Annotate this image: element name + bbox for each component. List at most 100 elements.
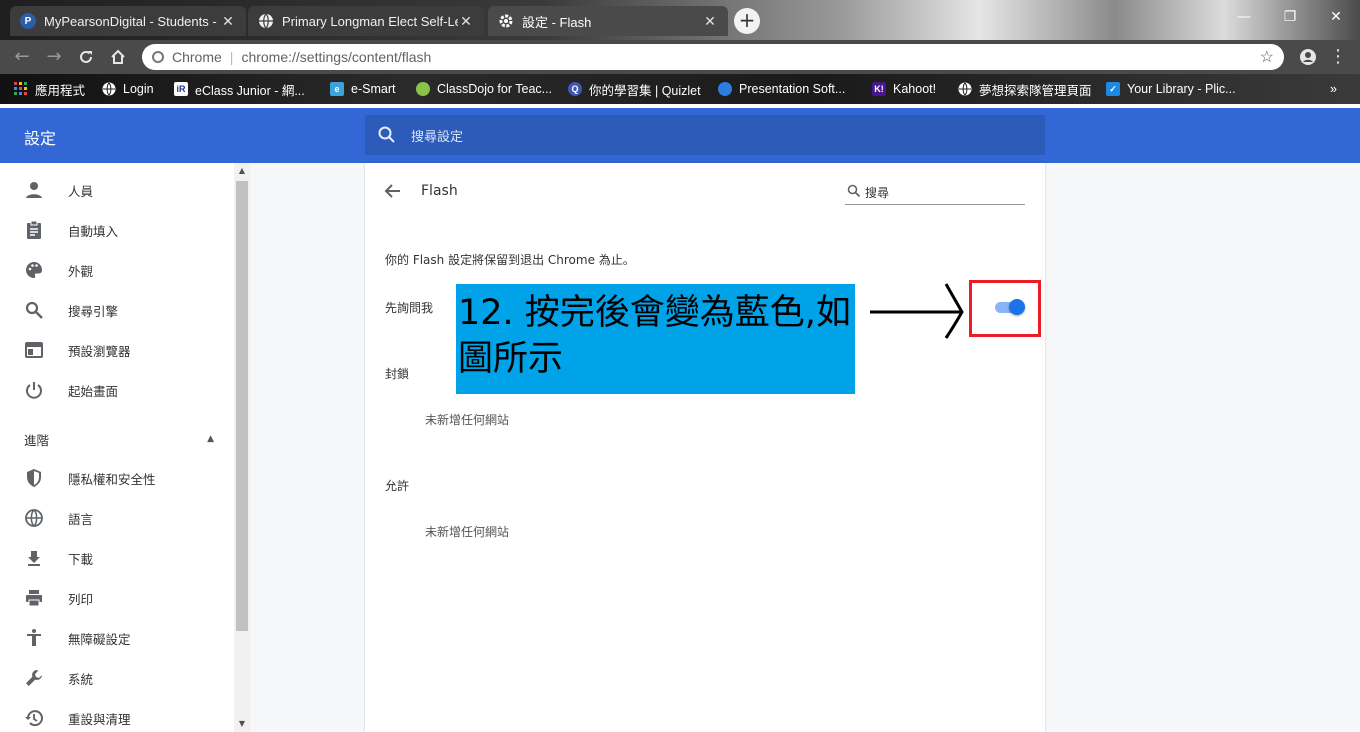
minimize-button[interactable]: — xyxy=(1224,4,1264,30)
globe-icon xyxy=(25,509,43,527)
sidebar-item-languages[interactable]: 語言 xyxy=(0,498,232,538)
bookmark-login[interactable]: Login xyxy=(102,80,154,98)
toggle-highlight-box xyxy=(969,280,1041,337)
tab-mypearsondigital[interactable]: P MyPearsonDigital - Students - ✕ xyxy=(10,6,246,36)
search-icon xyxy=(25,301,43,319)
bookmark-label: 應用程式 xyxy=(35,83,86,98)
clipboard-icon xyxy=(27,220,41,239)
sidebar-item-startup[interactable]: 起始畫面 xyxy=(0,370,232,410)
person-icon xyxy=(26,182,42,198)
printer-icon xyxy=(26,590,42,607)
globe-icon xyxy=(958,82,972,96)
bookmark-dream-team[interactable]: 夢想探索隊管理頁面 xyxy=(958,80,1092,98)
scroll-up-icon[interactable]: ▲ xyxy=(234,163,250,179)
instruction-callout: 12. 按完後會變為藍色,如圖所示 xyxy=(456,284,855,394)
new-tab-button[interactable]: + xyxy=(734,8,760,34)
menu-icon[interactable]: ⋮ xyxy=(1326,45,1350,69)
sidebar-item-label: 搜尋引擎 xyxy=(68,303,119,319)
sidebar-item-autofill[interactable]: 自動填入 xyxy=(0,210,232,250)
sidebar-item-printing[interactable]: 列印 xyxy=(0,578,232,618)
sidebar-item-label: 人員 xyxy=(68,183,94,199)
bookmark-your-library[interactable]: ✓ Your Library - Plic... xyxy=(1106,80,1236,98)
sidebar-item-label: 預設瀏覽器 xyxy=(68,343,131,359)
download-icon xyxy=(28,551,40,566)
tab-title: 設定 - Flash xyxy=(522,14,592,30)
sidebar-item-label: 外觀 xyxy=(68,263,94,279)
browser-toolbar: ← → Chrome | chrome://settings/content/f… xyxy=(0,40,1360,74)
sidebar-item-privacy[interactable]: 隱私權和安全性 xyxy=(0,458,232,498)
wrench-icon xyxy=(26,670,42,686)
caret-up-icon: ▲ xyxy=(207,434,214,444)
bookmark-star-icon[interactable]: ☆ xyxy=(1260,47,1274,67)
flash-settings-card: Flash 搜尋 你的 Flash 設定將保留到退出 Chrome 為止。 先詢… xyxy=(365,163,1045,732)
settings-title: 設定 xyxy=(24,129,57,148)
tab-title: MyPearsonDigital - Students - xyxy=(44,13,217,29)
bookmark-label: ClassDojo for Teac... xyxy=(437,82,553,96)
home-button[interactable] xyxy=(106,45,130,69)
forward-button[interactable]: → xyxy=(42,45,66,69)
block-section-label: 封鎖 xyxy=(385,367,410,381)
sidebar-item-downloads[interactable]: 下載 xyxy=(0,538,232,578)
tab-close-icon[interactable]: ✕ xyxy=(702,13,718,29)
tab-close-icon[interactable]: ✕ xyxy=(458,13,474,29)
back-button[interactable]: ← xyxy=(10,45,34,69)
sidebar-item-people[interactable]: 人員 xyxy=(0,170,232,210)
profile-icon[interactable] xyxy=(1296,45,1320,69)
apps-grid-icon xyxy=(14,82,28,96)
checkbox-icon: ✓ xyxy=(1106,82,1120,96)
tab-title: Primary Longman Elect Self-Lea xyxy=(282,13,458,29)
bookmark-apps[interactable]: 應用程式 xyxy=(14,80,85,98)
settings-header: 設定 搜尋設定 xyxy=(0,108,1360,163)
gear-icon xyxy=(498,13,514,29)
page-title: Flash xyxy=(421,183,458,199)
tab-primary-longman[interactable]: Primary Longman Elect Self-Lea ✕ xyxy=(248,6,484,36)
block-empty-text: 未新增任何網站 xyxy=(425,413,510,427)
bookmark-kahoot[interactable]: K! Kahoot! xyxy=(872,80,936,98)
reload-button[interactable] xyxy=(74,45,98,69)
tab-close-icon[interactable]: ✕ xyxy=(220,13,236,29)
sidebar-scrollbar-thumb[interactable] xyxy=(236,181,248,631)
restore-button[interactable]: ❐ xyxy=(1270,4,1310,30)
bookmark-label: Login xyxy=(123,82,154,96)
classdojo-icon xyxy=(416,82,430,96)
scroll-down-icon[interactable]: ▼ xyxy=(234,716,250,732)
back-arrow-icon[interactable] xyxy=(383,181,403,201)
address-bar[interactable]: Chrome | chrome://settings/content/flash… xyxy=(142,44,1284,70)
bookmark-label: e-Smart xyxy=(351,82,396,96)
sidebar-item-reset[interactable]: 重設與清理 xyxy=(0,698,232,732)
sidebar-item-system[interactable]: 系統 xyxy=(0,658,232,698)
sidebar-item-label: 無障礙設定 xyxy=(68,631,131,647)
address-origin: Chrome xyxy=(172,49,222,65)
more-bookmarks-button[interactable]: » xyxy=(1330,80,1337,98)
tab-settings-flash[interactable]: 設定 - Flash ✕ xyxy=(488,6,728,36)
bookmark-label: 夢想探索隊管理頁面 xyxy=(979,83,1092,98)
bookmark-esmart[interactable]: e e-Smart xyxy=(330,80,395,98)
sidebar-item-label: 下載 xyxy=(68,551,94,567)
sidebar-item-search-engine[interactable]: 搜尋引擎 xyxy=(0,290,232,330)
bookmark-quizlet[interactable]: Q 你的學習集 | Quizlet xyxy=(568,80,701,98)
sidebar-item-label: 起始畫面 xyxy=(68,383,119,399)
bookmark-eclass[interactable]: iR eClass Junior - 網... xyxy=(174,80,305,98)
sidebar-item-label: 語言 xyxy=(68,511,94,527)
globe-icon xyxy=(258,13,274,29)
history-icon xyxy=(25,710,43,727)
palette-icon xyxy=(26,262,43,278)
page-search-input[interactable]: 搜尋 xyxy=(845,181,1025,205)
sidebar-item-label: 重設與清理 xyxy=(68,711,131,727)
bookmark-label: Kahoot! xyxy=(893,82,937,96)
advanced-section-toggle[interactable]: 進階 ▲ xyxy=(24,429,214,449)
bookmark-classdojo[interactable]: ClassDojo for Teac... xyxy=(416,80,552,98)
sidebar-item-appearance[interactable]: 外觀 xyxy=(0,250,232,290)
close-window-button[interactable]: ✕ xyxy=(1316,4,1356,30)
settings-search-input[interactable]: 搜尋設定 xyxy=(365,115,1045,155)
bookmark-label: 你的學習集 | Quizlet xyxy=(589,83,701,98)
sidebar-item-label: 隱私權和安全性 xyxy=(68,471,156,487)
bookmark-label: Presentation Soft... xyxy=(739,82,846,96)
settings-search-placeholder: 搜尋設定 xyxy=(411,129,464,145)
allow-empty-text: 未新增任何網站 xyxy=(425,525,510,539)
sidebar-item-label: 系統 xyxy=(68,671,94,687)
sidebar-item-default-browser[interactable]: 預設瀏覽器 xyxy=(0,330,232,370)
chrome-page-icon xyxy=(152,51,164,63)
sidebar-item-accessibility[interactable]: 無障礙設定 xyxy=(0,618,232,658)
bookmark-presentation[interactable]: Presentation Soft... xyxy=(718,80,845,98)
